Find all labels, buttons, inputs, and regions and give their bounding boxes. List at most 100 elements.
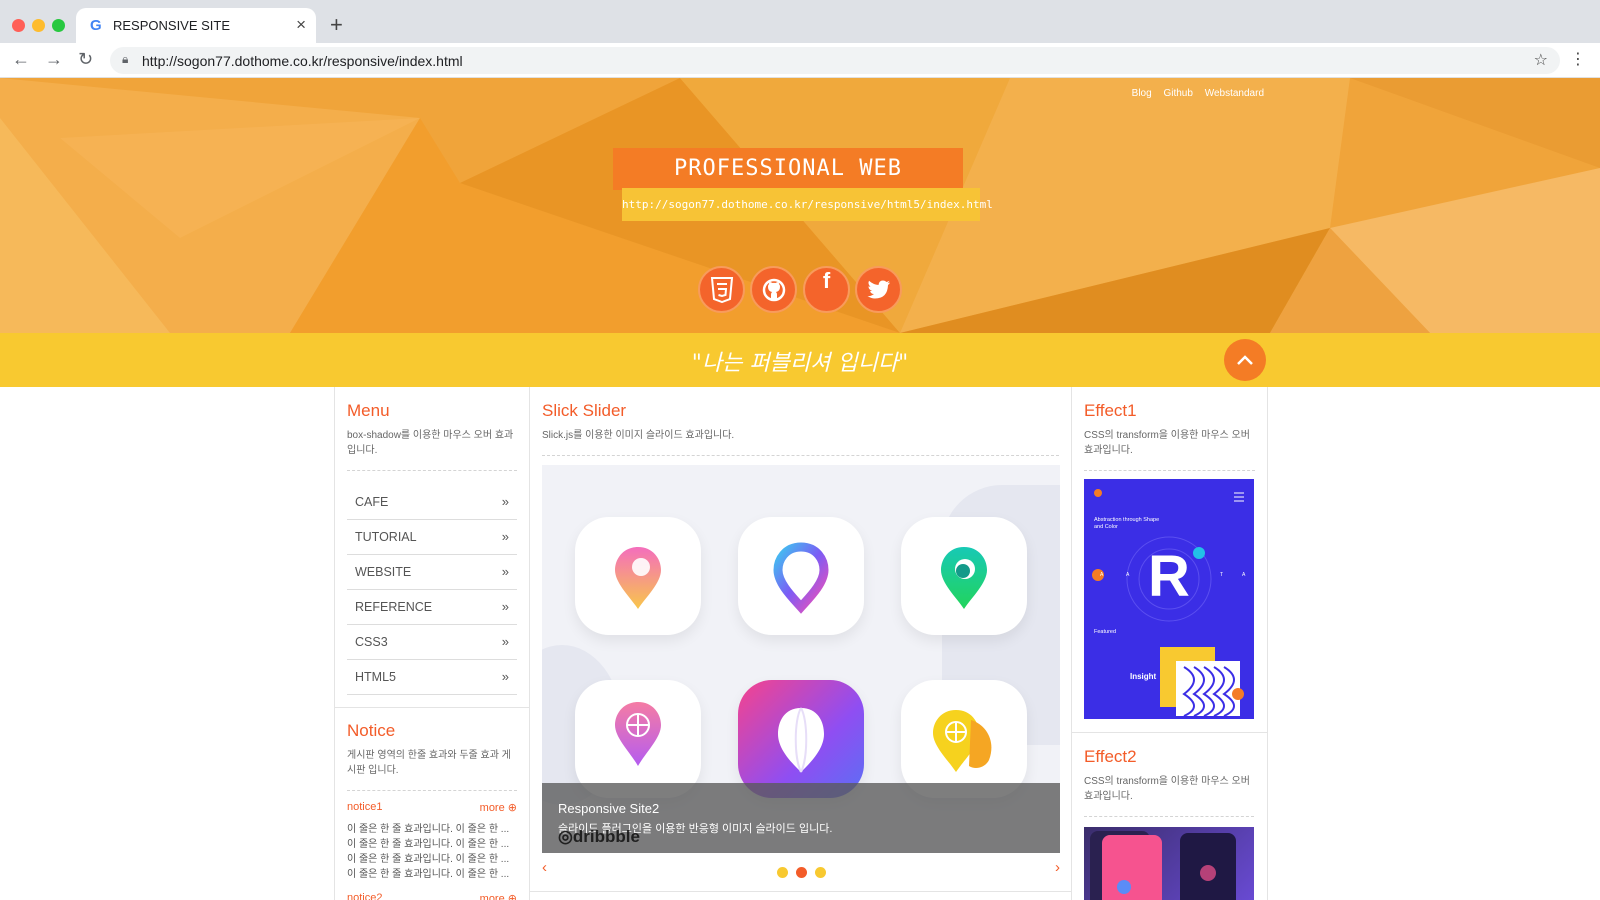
- effect1-desc: CSS의 transform을 이용한 마우스 오버 효과입니다.: [1084, 430, 1250, 456]
- browser-tabbar: G RESPONSIVE SITE × +: [0, 0, 1600, 43]
- globe-pin-icon: [615, 702, 661, 766]
- dribbble-watermark: ◎dribbble: [558, 827, 640, 846]
- site-header: Blog Github Webstandard PROFESSIONAL WEB…: [0, 78, 1600, 333]
- html5-icon[interactable]: [698, 266, 745, 313]
- double-chevron-right-icon: »: [501, 564, 509, 579]
- poster-heading: Abstraction through Shape and Color: [1094, 517, 1160, 530]
- facebook-icon[interactable]: f: [803, 266, 850, 313]
- double-chevron-right-icon: »: [501, 529, 509, 544]
- notice-line[interactable]: 이 줄은 한 줄 효과입니다. 이 줄은 한 ...: [347, 822, 517, 837]
- close-window-button[interactable]: [12, 19, 25, 32]
- image-slider[interactable]: Responsive Site2 슬라이드 플러그인을 이용한 반응형 이미지 …: [542, 465, 1060, 853]
- double-chevron-right-icon: »: [501, 634, 509, 649]
- new-tab-button[interactable]: +: [330, 12, 343, 38]
- menu-item-reference[interactable]: REFERENCE»: [347, 590, 517, 625]
- notice-title: Notice: [347, 721, 396, 740]
- globe-pin-icon: [933, 710, 992, 772]
- dribbble-icon: ◎: [558, 827, 573, 846]
- menu-title: Menu: [347, 401, 390, 420]
- google-favicon-icon: G: [90, 17, 102, 34]
- webstandard-link[interactable]: Webstandard: [1205, 88, 1264, 99]
- slogan-banner: "나는 퍼블리셔 입니다": [0, 333, 1600, 387]
- effect1-image[interactable]: A A T A Abstraction through Shape and Co…: [1084, 479, 1254, 719]
- slogan-text: "나는 퍼블리셔 입니다": [691, 351, 909, 376]
- browser-tab[interactable]: G RESPONSIVE SITE ×: [76, 8, 316, 43]
- menu-item-css3[interactable]: CSS3»: [347, 625, 517, 660]
- notice-line[interactable]: 이 줄은 한 줄 효과입니다. 이 줄은 한 ...: [347, 852, 517, 867]
- double-chevron-right-icon: »: [501, 494, 509, 509]
- blog-link[interactable]: Blog: [1132, 88, 1152, 99]
- map-pin-icon: [941, 547, 987, 609]
- svg-text:A: A: [1126, 572, 1130, 578]
- pin-icon-card-4: [575, 680, 701, 798]
- notice1-label[interactable]: notice1: [347, 801, 382, 814]
- svg-text:T: T: [1220, 572, 1223, 578]
- notice-header-2: notice2 more ⊕: [347, 892, 517, 900]
- right-column: Effect1 CSS의 transform을 이용한 마우스 오버 효과입니다…: [1071, 387, 1268, 900]
- poster-insight: Insight: [1130, 672, 1157, 681]
- effect2-desc: CSS의 transform을 이용한 마우스 오버 효과입니다.: [1084, 776, 1250, 802]
- lock-icon: 🔒︎: [122, 52, 129, 66]
- github-link[interactable]: Github: [1163, 88, 1192, 99]
- site-url-link[interactable]: http://sogon77.dothome.co.kr/responsive/…: [622, 188, 993, 221]
- maximize-window-button[interactable]: [52, 19, 65, 32]
- bookmark-star-icon[interactable]: ☆: [1534, 50, 1548, 70]
- left-column: Menu box-shadow를 이용한 마우스 오버 효과입니다. CAFE»…: [334, 387, 530, 900]
- slider-dot-3[interactable]: [815, 867, 826, 878]
- browser-menu-icon[interactable]: ⋮: [1570, 49, 1586, 69]
- pin-icon-card-1: [575, 517, 701, 635]
- notice-header-1: notice1 more ⊕: [347, 801, 517, 814]
- effect1-title: Effect1: [1084, 401, 1137, 420]
- address-bar: ← → ↻ 🔒︎ http://sogon77.dothome.co.kr/re…: [0, 43, 1600, 78]
- notice2-more-link[interactable]: more ⊕: [480, 892, 517, 900]
- slider-dot-1[interactable]: [777, 867, 788, 878]
- menu-item-tutorial[interactable]: TUTORIAL»: [347, 520, 517, 555]
- menu-item-html5[interactable]: HTML5»: [347, 660, 517, 695]
- double-chevron-right-icon: »: [501, 599, 509, 614]
- notice-desc: 게시판 영역의 한줄 효과와 두줄 효과 게시판 입니다.: [347, 750, 511, 776]
- plus-circle-icon: ⊕: [507, 893, 517, 900]
- url-text: http://sogon77.dothome.co.kr/responsive/…: [142, 53, 463, 69]
- middle-column: Slick Slider Slick.js를 이용한 이미지 슬라이드 효과입니…: [529, 387, 1072, 900]
- forward-icon[interactable]: →: [45, 49, 63, 70]
- tab-close-icon[interactable]: ×: [296, 15, 306, 35]
- pin-icon-card-3: [901, 517, 1027, 635]
- pin-icon-card-6: [901, 680, 1027, 798]
- menu-desc: box-shadow를 이용한 마우스 오버 효과입니다.: [347, 430, 514, 456]
- scroll-top-button[interactable]: [1224, 339, 1266, 381]
- slider-prev-icon[interactable]: ‹: [542, 859, 547, 876]
- slider-dot-2[interactable]: [796, 867, 807, 878]
- menu-item-website[interactable]: WEBSITE»: [347, 555, 517, 590]
- top-links: Blog Github Webstandard: [1123, 88, 1264, 99]
- reload-icon[interactable]: ↻: [78, 49, 93, 70]
- pin-icon-card-2: [738, 517, 864, 635]
- twitter-icon[interactable]: [855, 266, 902, 313]
- svg-text:A: A: [1242, 572, 1246, 578]
- effect2-image[interactable]: [1084, 827, 1254, 900]
- chevron-up-icon: [1237, 355, 1253, 365]
- poster-featured: Featured: [1094, 629, 1117, 635]
- back-icon[interactable]: ←: [12, 49, 30, 70]
- slider-title: Slick Slider: [542, 401, 627, 420]
- minimize-window-button[interactable]: [32, 19, 45, 32]
- effect2-title: Effect2: [1084, 747, 1137, 766]
- caption-title: Responsive Site2: [558, 801, 660, 816]
- github-icon[interactable]: [750, 266, 797, 313]
- balloon-icon: [778, 707, 824, 773]
- url-field[interactable]: 🔒︎ http://sogon77.dothome.co.kr/responsi…: [110, 47, 1560, 74]
- notice-list: 이 줄은 한 줄 효과입니다. 이 줄은 한 ... 이 줄은 한 줄 효과입니…: [347, 822, 517, 882]
- notice1-more-link[interactable]: more ⊕: [480, 801, 517, 814]
- menu-item-cafe[interactable]: CAFE»: [347, 485, 517, 520]
- slider-next-icon[interactable]: ›: [1055, 859, 1060, 876]
- slider-desc: Slick.js를 이용한 이미지 슬라이드 효과입니다.: [542, 430, 735, 441]
- poster-letter: R: [1148, 544, 1190, 609]
- site-title: PROFESSIONAL WEB PUBLISHER: [613, 148, 963, 223]
- map-pin-icon: [773, 542, 829, 614]
- notice-line[interactable]: 이 줄은 한 줄 효과입니다. 이 줄은 한 ...: [347, 867, 517, 882]
- tab-title: RESPONSIVE SITE: [113, 18, 231, 33]
- notice-line[interactable]: 이 줄은 한 줄 효과입니다. 이 줄은 한 ...: [347, 837, 517, 852]
- plus-circle-icon: ⊕: [507, 802, 517, 814]
- notice2-label[interactable]: notice2: [347, 892, 382, 900]
- menu-list: CAFE» TUTORIAL» WEBSITE» REFERENCE» CSS3…: [347, 485, 517, 695]
- map-pin-icon: [615, 547, 661, 609]
